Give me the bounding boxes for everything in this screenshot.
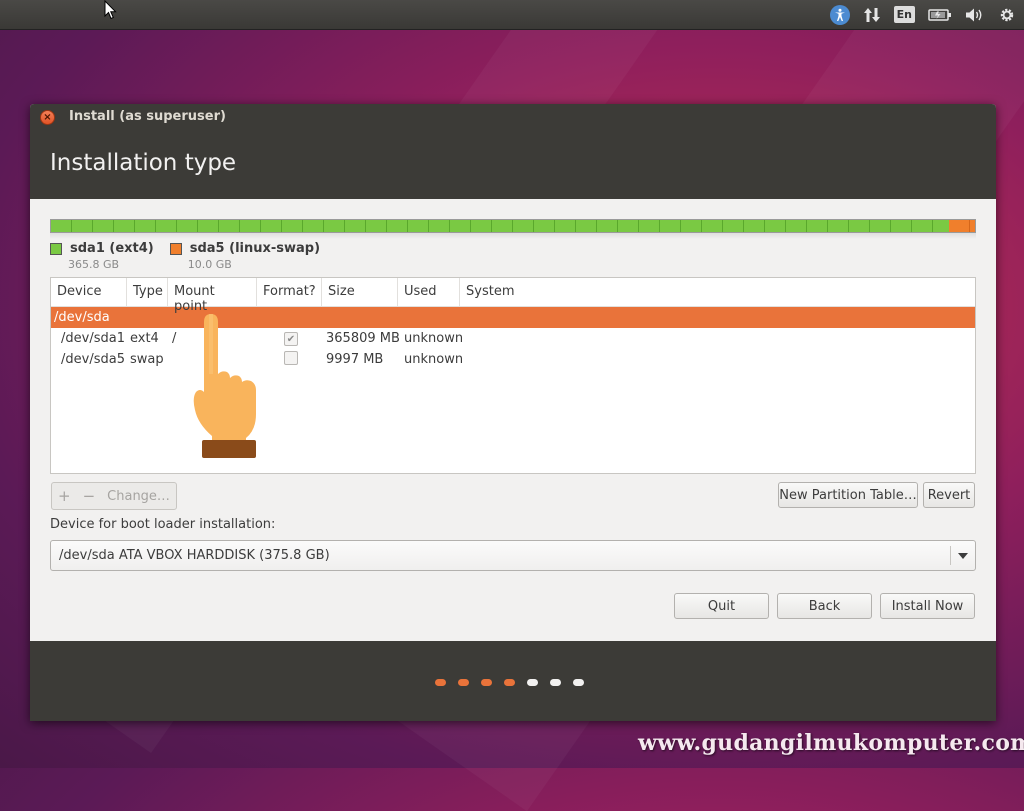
progress-dot [573,679,584,686]
window-titlebar[interactable]: × Install (as superuser) [30,104,996,131]
page-title: Installation type [50,150,237,176]
combo-separator [950,546,951,565]
device-cell: /dev/sda1 [61,331,125,346]
format-checkbox[interactable] [284,350,298,365]
device-cell: /dev/sda5 [61,352,125,367]
top-panel: En [0,0,1024,30]
mouse-cursor-icon [104,0,117,20]
format-checkbox[interactable]: ✔ [284,332,298,347]
type-cell: ext4 [130,331,159,346]
network-icon[interactable] [863,7,881,23]
bootloader-device-select[interactable]: /dev/sda ATA VBOX HARDDISK (375.8 GB) [50,540,976,571]
used-cell: unknown [404,352,464,367]
installer-window: × Install (as superuser) Installation ty… [30,104,996,721]
legend-label: sda5 (linux-swap) [189,241,321,256]
disk-device-cell: /dev/sda [54,310,110,325]
column-header-type[interactable]: Type [127,278,168,306]
system-tray: En [829,3,1016,26]
header-band: Installation type [30,131,996,199]
column-header-system[interactable]: System [460,278,560,306]
legend-size: 10.0 GB [187,258,232,271]
install-now-button[interactable]: Install Now [880,593,975,619]
partition-table[interactable]: Device Type Mount point Format? Size Use… [50,277,976,474]
progress-dot [435,679,446,686]
revert-button[interactable]: Revert [923,482,975,508]
bootloader-label: Device for boot loader installation: [50,517,276,532]
partition-toolbar: + − Change… [51,482,177,510]
pointing-hand-icon [193,314,256,458]
column-header-device[interactable]: Device [51,278,127,306]
progress-dot [504,679,515,686]
progress-dot [481,679,492,686]
quit-button[interactable]: Quit [674,593,769,619]
step-progress-dots [435,679,584,686]
accessibility-icon[interactable] [829,4,850,25]
progress-dot [527,679,538,686]
chevron-down-icon[interactable] [958,553,968,559]
progress-dot [458,679,469,686]
gear-icon[interactable] [998,6,1016,24]
legend-swatch [50,242,62,255]
partition-segment-sda1 [51,220,950,232]
column-header-format[interactable]: Format? [257,278,322,306]
legend-item-sda1: sda1 (ext4) 365.8 GB [50,241,154,271]
window-title: Install (as superuser) [69,109,226,124]
type-cell: swap [130,352,164,367]
battery-icon[interactable] [928,8,952,22]
volume-icon[interactable] [965,7,985,23]
watermark-text: www.gudangilmukomputer.com [638,730,1024,756]
legend-item-sda5: sda5 (linux-swap) 10.0 GB [169,241,321,271]
partition-legend: sda1 (ext4) 365.8 GB sda5 (linux-swap) 1… [50,241,336,271]
column-header-size[interactable]: Size [322,278,398,306]
remove-partition-button[interactable]: − [77,487,102,505]
table-header: Device Type Mount point Format? Size Use… [51,278,975,314]
back-button[interactable]: Back [777,593,872,619]
legend-label: sda1 (ext4) [70,241,154,256]
column-header-mount-point[interactable]: Mount point [168,278,257,314]
format-cell [257,350,322,369]
add-partition-button[interactable]: + [52,487,77,505]
legend-size: 365.8 GB [68,258,120,271]
new-partition-table-button[interactable]: New Partition Table… [778,482,918,508]
column-header-used[interactable]: Used [398,278,460,306]
change-partition-button[interactable]: Change… [101,489,176,504]
format-cell: ✔ [257,331,322,347]
keyboard-icon[interactable]: En [893,6,915,23]
legend-swatch [169,242,182,255]
size-cell: 9997 MB [326,352,384,367]
used-cell: unknown [404,331,464,346]
partition-segment-sda5 [949,220,975,232]
partition-bar [50,219,976,233]
progress-footer [30,641,996,721]
progress-dot [550,679,561,686]
close-icon[interactable]: × [40,110,55,125]
bootloader-selected-value: /dev/sda ATA VBOX HARDDISK (375.8 GB) [59,548,330,563]
bar-shadow [50,233,976,239]
size-cell: 365809 MB [326,331,400,346]
